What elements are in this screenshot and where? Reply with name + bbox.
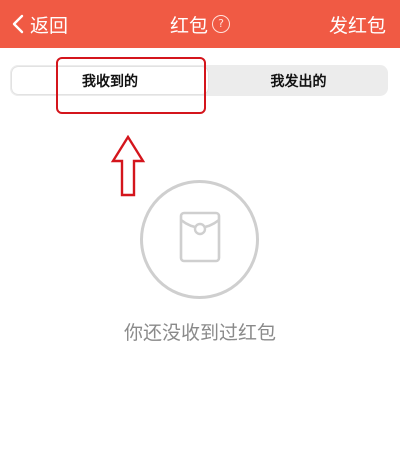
back-label: 返回	[30, 14, 69, 37]
tab-sent[interactable]: 我发出的	[209, 65, 388, 96]
empty-state-circle	[140, 180, 259, 299]
top-bar: 返回 红包 ? 发红包	[0, 0, 400, 48]
empty-state-message: 你还没收到过红包	[123, 322, 276, 344]
send-red-packet-button[interactable]: 发红包	[329, 0, 386, 48]
red-packet-icon	[179, 211, 221, 263]
help-icon[interactable]: ?	[212, 15, 230, 33]
highlight-box	[56, 57, 206, 114]
page-title: 红包	[169, 14, 208, 37]
chevron-left-icon	[12, 14, 24, 34]
up-arrow-icon	[110, 135, 146, 197]
back-button[interactable]: 返回	[12, 0, 68, 48]
